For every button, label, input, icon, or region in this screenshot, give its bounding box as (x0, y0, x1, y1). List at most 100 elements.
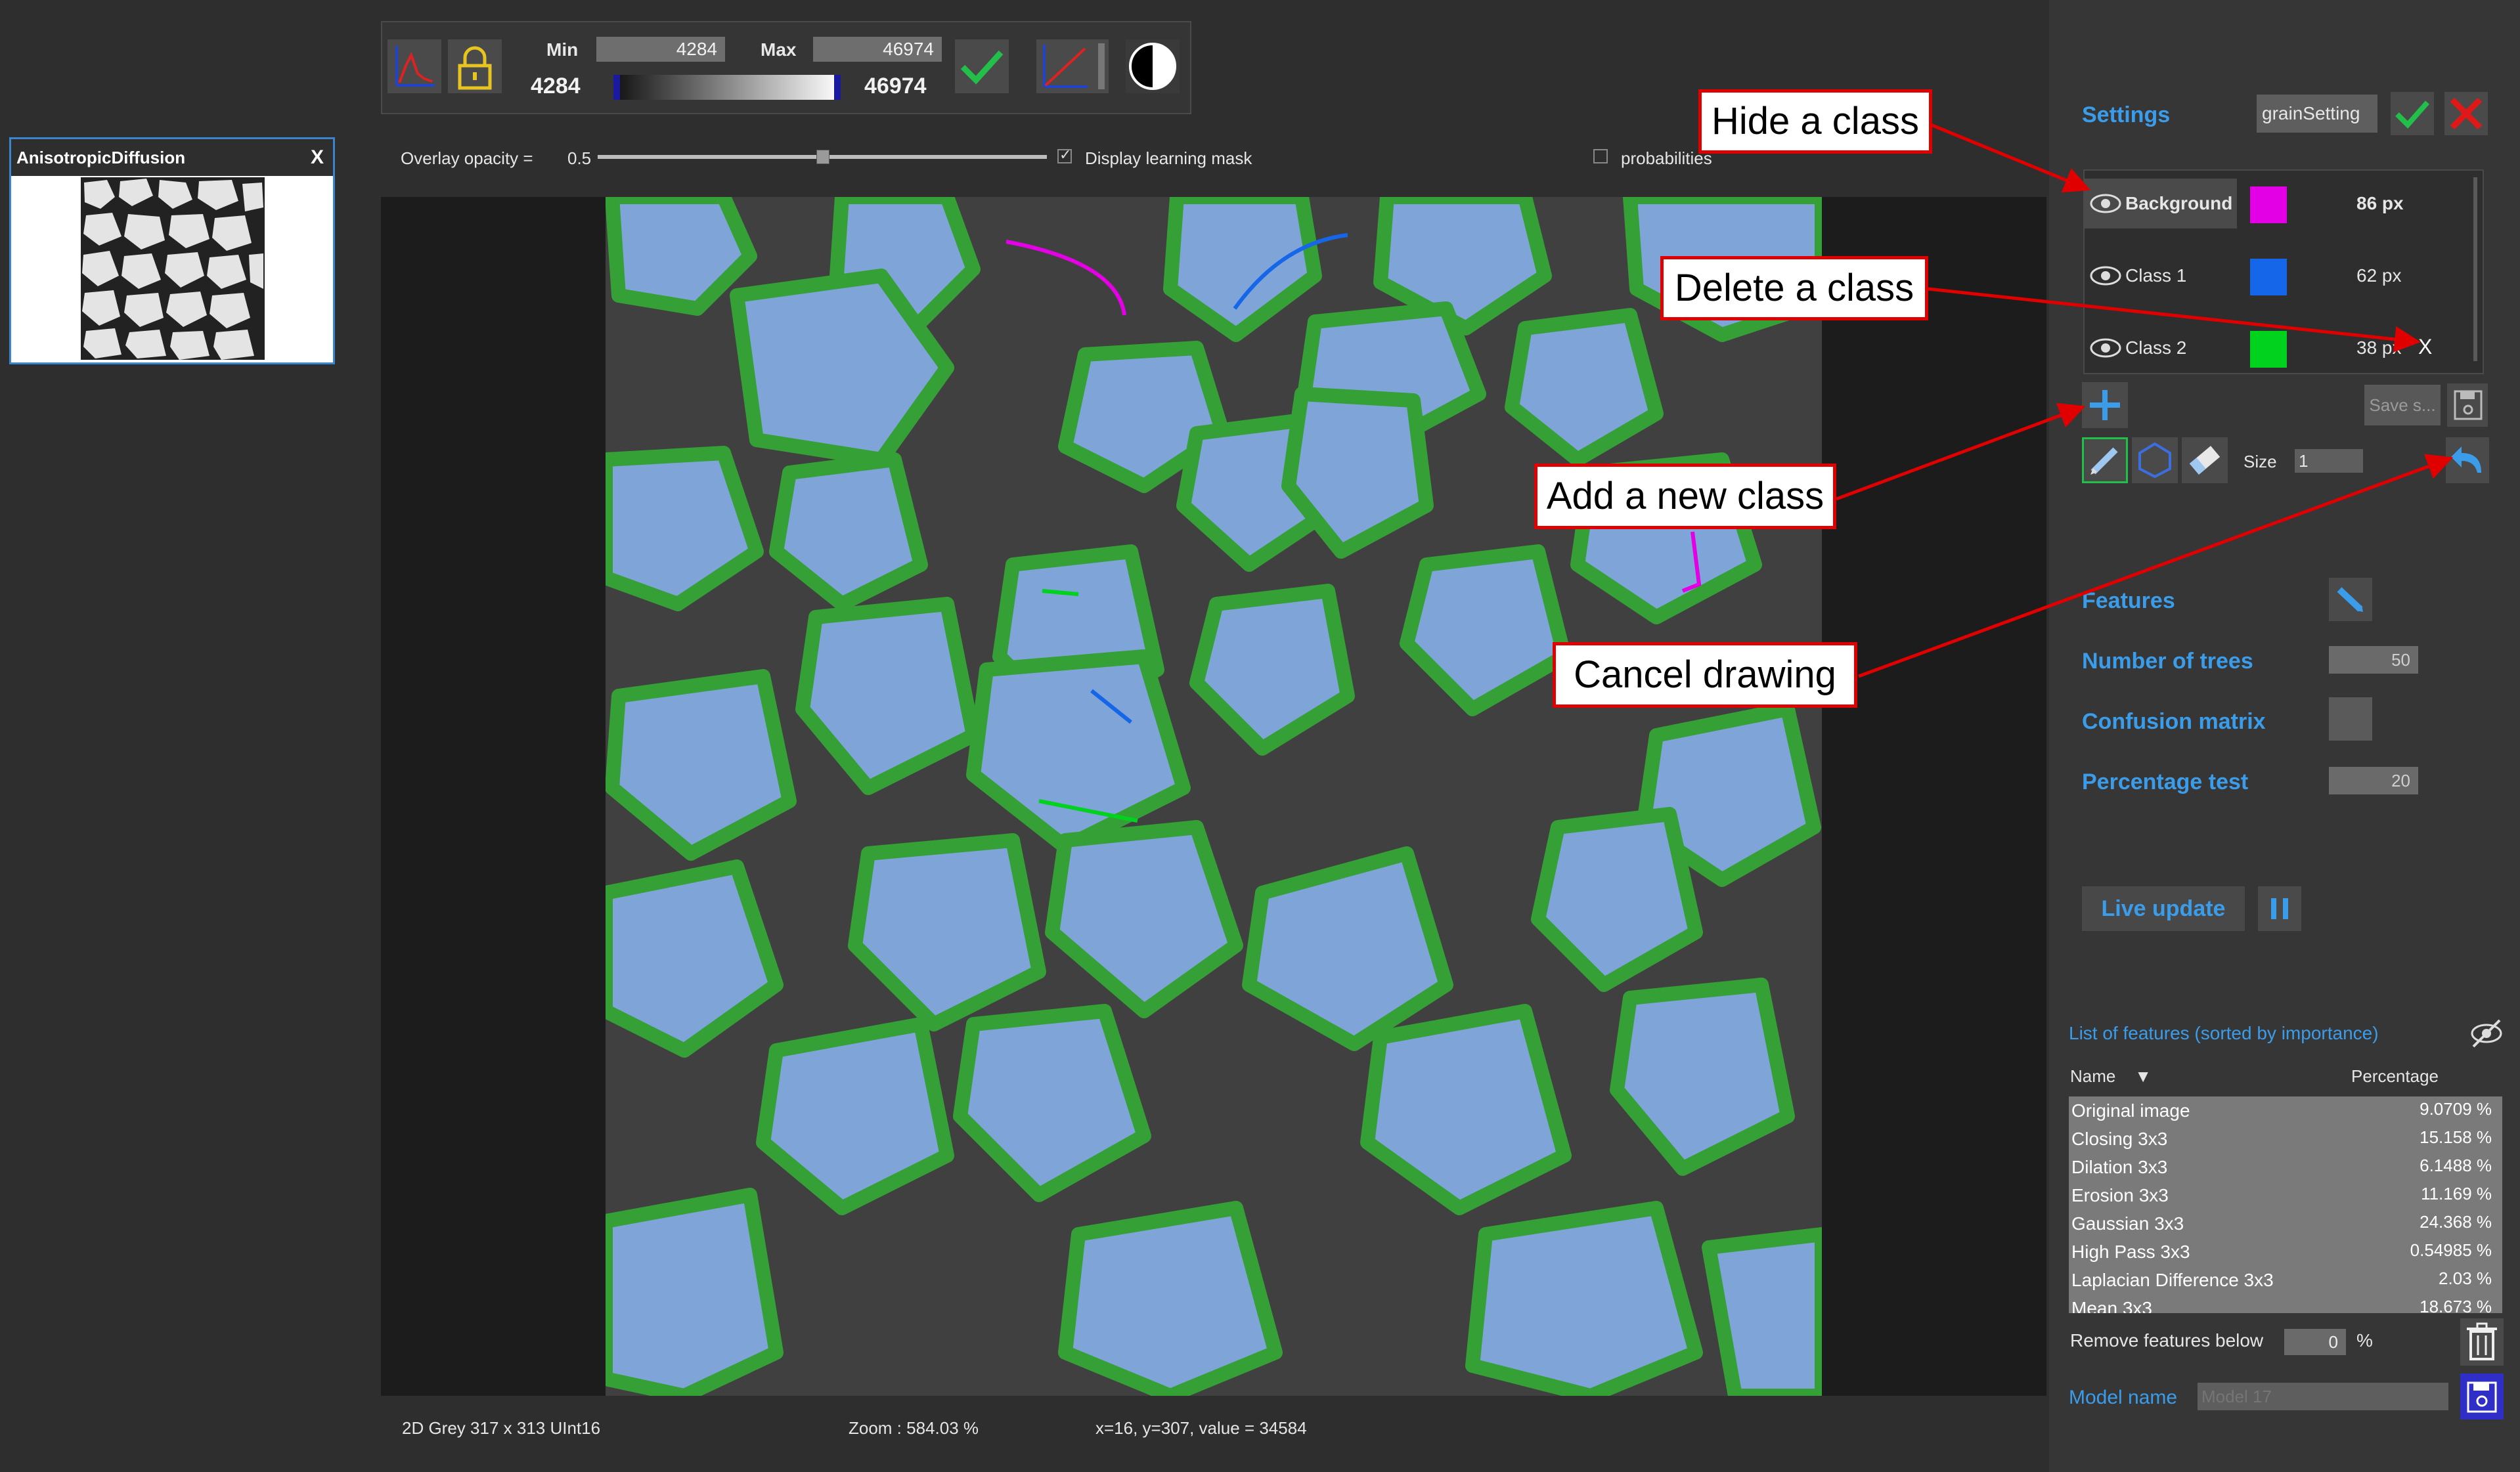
contrast-icon (1129, 43, 1176, 90)
plus-icon (2090, 390, 2120, 420)
pause-button[interactable] (2258, 886, 2301, 931)
remove-features-label: Remove features below (2070, 1330, 2264, 1351)
settings-apply-button[interactable] (2391, 92, 2434, 135)
feature-percentage: 24.368 % (2420, 1212, 2492, 1232)
percentage-test-label: Percentage test (2082, 769, 2249, 794)
contrast-range-slider[interactable] (613, 75, 841, 100)
feature-percentage: 0.54985 % (2410, 1240, 2492, 1260)
class-pixel-count: 62 px (2356, 265, 2402, 286)
features-edit-button[interactable] (2329, 578, 2372, 621)
image-thumbnail-panel[interactable]: AnisotropicDiffusion X (9, 137, 335, 364)
thumbnail-image[interactable] (81, 177, 265, 360)
min-handle[interactable] (613, 75, 620, 100)
histogram-button[interactable] (387, 39, 441, 93)
close-icon (2450, 97, 2483, 130)
display-toolbar: Min 4284 Max 46974 4284 46974 (381, 21, 1191, 114)
lock-button[interactable] (448, 39, 502, 93)
class-color-swatch[interactable] (2250, 331, 2287, 368)
features-table[interactable]: Original image 9.0709 % Closing 3x3 15.158… (2069, 1096, 2502, 1313)
thumbnail-title: AnisotropicDiffusion (16, 148, 186, 167)
settings-preset-select[interactable]: grainSetting (2257, 95, 2377, 133)
features-list-title: List of features (sorted by importance) (2069, 1023, 2379, 1043)
eye-icon[interactable] (2089, 188, 2123, 219)
class-color-swatch[interactable] (2250, 186, 2287, 223)
table-row[interactable]: Gaussian 3x3 24.368 % (2069, 1209, 2502, 1238)
min-input[interactable]: 4284 (596, 37, 725, 62)
apply-range-button[interactable] (955, 39, 1009, 93)
segmentation-canvas[interactable] (606, 197, 1822, 1396)
pause-icon (2271, 898, 2288, 919)
add-class-button[interactable] (2082, 382, 2128, 428)
table-row[interactable]: Erosion 3x3 11.169 % (2069, 1181, 2502, 1209)
display-mask-label: Display learning mask (1085, 148, 1252, 168)
percentage-test-input[interactable]: 20 (2329, 767, 2418, 794)
eye-icon[interactable] (2089, 260, 2123, 292)
image-info: 2D Grey 317 x 313 UInt16 (402, 1418, 601, 1438)
confusion-matrix-button[interactable] (2329, 697, 2372, 741)
thumbnail-close-button[interactable]: X (311, 139, 324, 176)
save-disk-button[interactable] (2447, 383, 2488, 427)
check-icon (2395, 100, 2429, 129)
eraser-tool-button[interactable] (2182, 437, 2228, 483)
save-scribbles-button[interactable]: Save s... (2364, 385, 2441, 425)
save-model-button[interactable] (2460, 1374, 2504, 1419)
display-mask-checkbox[interactable] (1057, 146, 1072, 163)
cursor-readout: x=16, y=307, value = 34584 (1095, 1418, 1307, 1438)
model-name-input[interactable] (2198, 1383, 2448, 1410)
feature-percentage: 11.169 % (2421, 1184, 2492, 1203)
max-handle[interactable] (834, 75, 841, 100)
trees-label: Number of trees (2082, 649, 2253, 674)
feature-percentage: 18.673 % (2420, 1297, 2492, 1313)
brush-size-spinbox[interactable]: 1 (2295, 449, 2363, 473)
class-pixel-count: 86 px (2356, 193, 2404, 213)
histogram-icon (395, 46, 435, 87)
trees-input[interactable]: 50 (2329, 646, 2418, 674)
table-row[interactable]: Closing 3x3 15.158 % (2069, 1125, 2502, 1153)
column-name-header[interactable]: Name ▼ (2070, 1066, 2152, 1087)
table-row[interactable]: Original image 9.0709 % (2069, 1096, 2502, 1125)
invert-button[interactable] (1126, 39, 1180, 93)
min-value: 4284 (531, 74, 581, 98)
settings-label: Settings (2082, 102, 2171, 127)
table-row[interactable]: High Pass 3x3 0.54985 % (2069, 1238, 2502, 1266)
table-row[interactable]: Laplacian Difference 3x3 2.03 % (2069, 1266, 2502, 1294)
remove-features-threshold[interactable]: 0 (2284, 1329, 2346, 1355)
class-row-background[interactable]: Background 86 px (2085, 175, 2483, 232)
cancel-drawing-button[interactable] (2446, 437, 2489, 483)
feature-name: High Pass 3x3 (2071, 1242, 2190, 1262)
delete-class-button[interactable]: X (2418, 335, 2432, 359)
overlay-opacity-slider[interactable] (598, 150, 1047, 164)
class-row-class-2[interactable]: Class 2 38 px X (2085, 319, 2483, 377)
callout-add-class: Add a new class (1534, 464, 1836, 529)
overlay-opacity-label: Overlay opacity = (401, 148, 533, 168)
hide-features-button[interactable] (2469, 1016, 2504, 1050)
settings-cancel-button[interactable] (2444, 92, 2488, 135)
class-color-swatch[interactable] (2250, 259, 2287, 295)
max-input[interactable]: 46974 (813, 37, 942, 62)
live-update-button[interactable]: Live update (2082, 886, 2245, 931)
remove-features-button[interactable] (2460, 1318, 2504, 1366)
table-row[interactable]: Mean 3x3 18.673 % (2069, 1294, 2502, 1313)
class-list-scrollbar[interactable] (2473, 177, 2477, 361)
save-icon (2454, 390, 2483, 420)
callout-delete-class: Delete a class (1660, 256, 1928, 320)
feature-name: Closing 3x3 (2071, 1129, 2168, 1149)
table-row[interactable]: Dilation 3x3 6.1488 % (2069, 1153, 2502, 1181)
overlay-opacity-handle[interactable] (816, 150, 829, 164)
brush-size-value: 1 (2299, 451, 2309, 471)
max-value: 46974 (864, 74, 927, 98)
check-icon (960, 50, 1004, 85)
save-icon (2467, 1381, 2497, 1413)
probabilities-checkbox[interactable] (1593, 149, 1608, 163)
class-name: Class 1 (2125, 265, 2187, 286)
eye-icon[interactable] (2089, 332, 2123, 364)
class-row-class-1[interactable]: Class 1 62 px (2085, 247, 2483, 305)
transfer-function-button[interactable] (1036, 39, 1109, 93)
lock-icon (458, 46, 492, 90)
pencil-tool-button[interactable] (2082, 437, 2128, 483)
model-name-label: Model name (2069, 1387, 2178, 1408)
column-percentage-header[interactable]: Percentage (2351, 1066, 2439, 1087)
polygon-tool-button[interactable] (2132, 437, 2178, 483)
class-list: Background 86 px Class 1 62 px Class 2 3… (2083, 169, 2484, 374)
sort-desc-icon: ▼ (2134, 1066, 2152, 1086)
